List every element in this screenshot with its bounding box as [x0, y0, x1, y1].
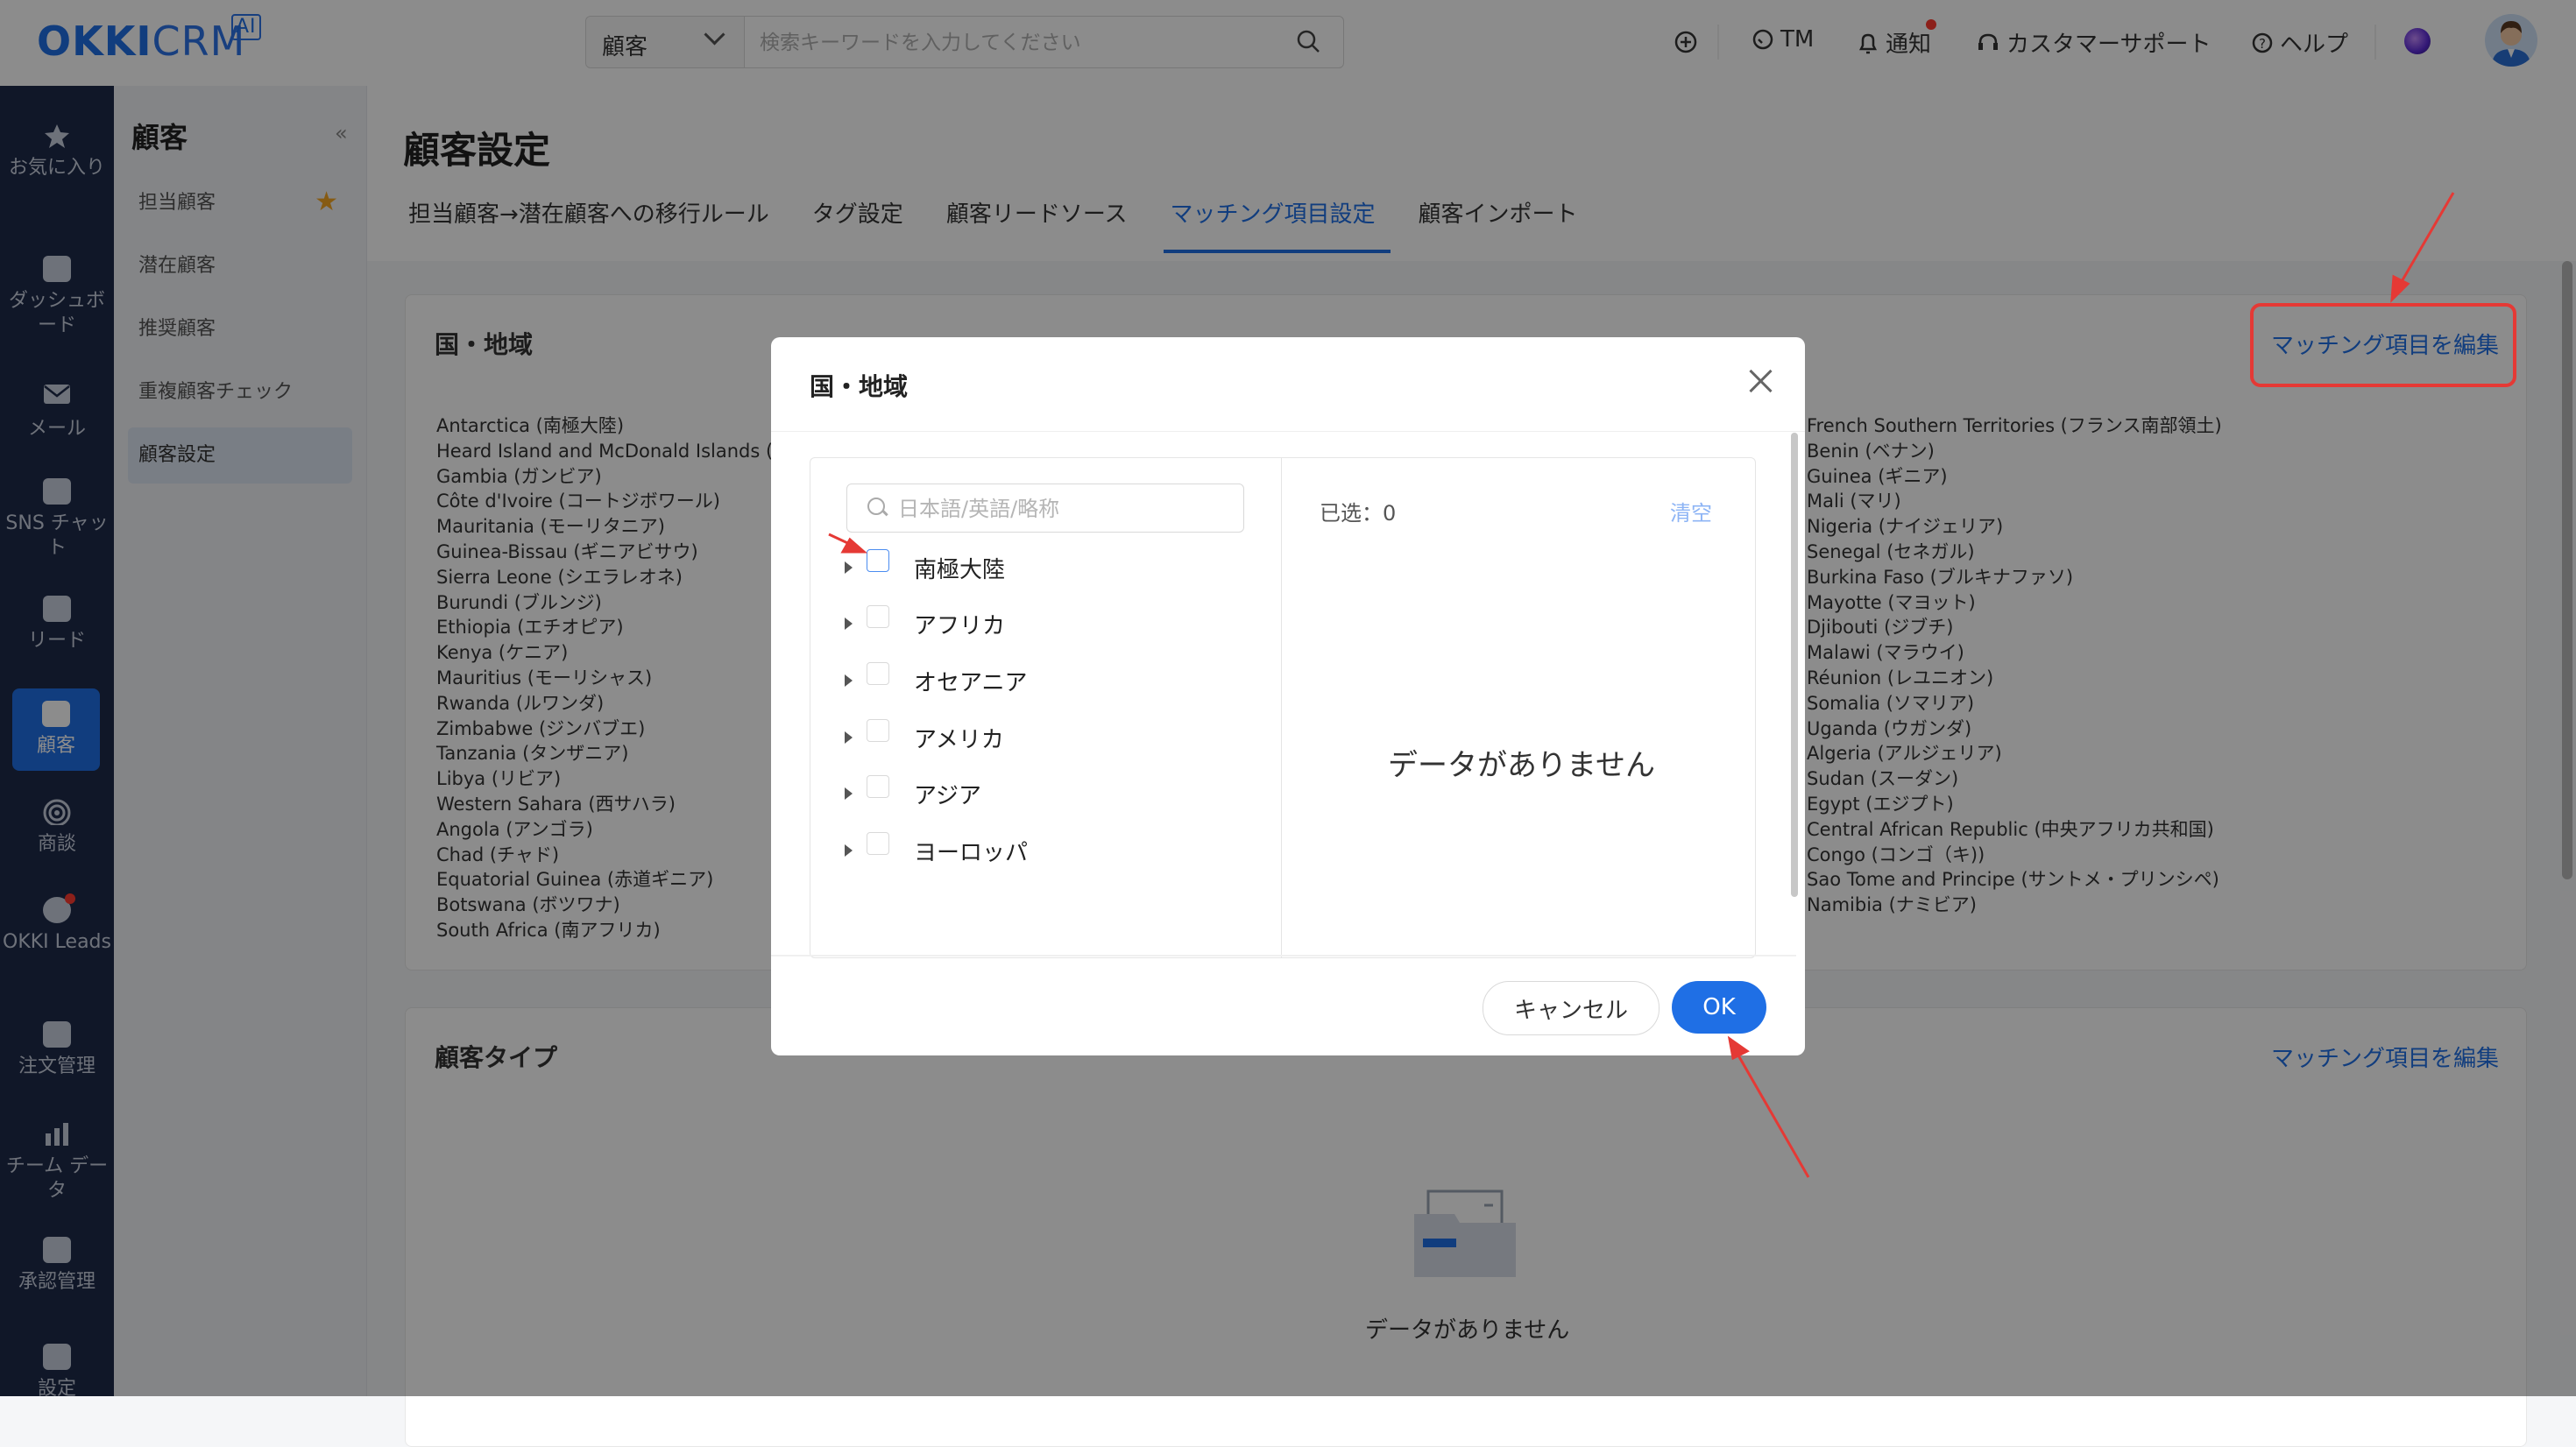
annotation-arrows [828, 192, 2455, 1178]
